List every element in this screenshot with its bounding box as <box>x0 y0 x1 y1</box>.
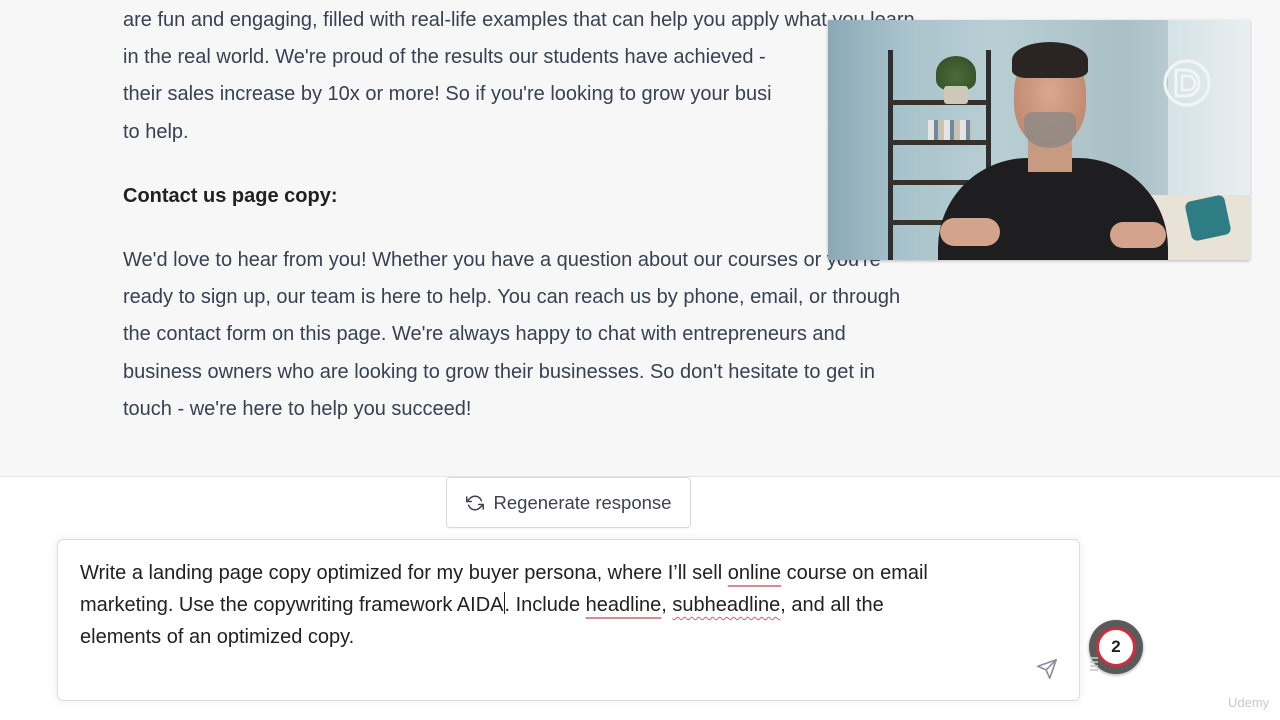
prompt-text-segment: , <box>661 594 673 616</box>
prompt-input[interactable]: Write a landing page copy optimized for … <box>57 539 1080 701</box>
brand-logo-icon <box>1163 59 1211 107</box>
response-line: touch - we're here to help you succeed! <box>123 397 472 420</box>
response-line: ready to sign up, our team is here to he… <box>123 286 901 309</box>
regenerate-response-button[interactable]: Regenerate response <box>446 477 691 528</box>
refresh-icon <box>465 495 484 510</box>
drag-handle-icon[interactable] <box>1090 655 1098 671</box>
regenerate-label: Regenerate response <box>493 491 672 513</box>
presenter-video <box>828 20 1250 260</box>
spellcheck-word[interactable]: online <box>728 562 781 584</box>
chat-window: are fun and engaging, filled with real-l… <box>0 0 1280 720</box>
watermark: Udemy <box>1228 695 1270 710</box>
prompt-text[interactable]: Write a landing page copy optimized for … <box>80 557 1040 653</box>
response-line: the contact form on this page. We're alw… <box>123 323 846 346</box>
prompt-text-segment: , and all the <box>780 594 884 616</box>
spellcheck-word[interactable]: subheadline <box>672 594 780 616</box>
prompt-text-segment: course on email <box>781 562 928 584</box>
prompt-text-segment: . Include <box>504 594 586 616</box>
badge-count: 2 <box>1096 627 1136 667</box>
send-icon <box>1037 659 1057 679</box>
assistant-response: are fun and engaging, filled with real-l… <box>0 0 1280 477</box>
send-button[interactable] <box>1036 658 1060 682</box>
spellcheck-word[interactable]: headline <box>586 594 662 616</box>
response-line: business owners who are looking to grow … <box>123 360 876 383</box>
prompt-text-segment: Write a landing page copy optimized for … <box>80 562 728 584</box>
prompt-text-segment: elements of an optimized copy. <box>80 626 355 648</box>
prompt-text-segment: marketing. Use the copywriting framework… <box>80 594 504 616</box>
